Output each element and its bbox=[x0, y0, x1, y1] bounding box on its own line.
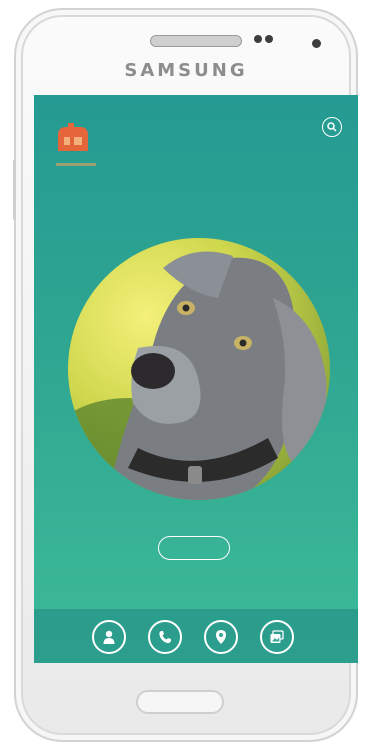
nav-profile-button[interactable] bbox=[92, 620, 126, 654]
front-camera bbox=[312, 39, 321, 48]
dog-photo bbox=[68, 238, 330, 500]
person-icon bbox=[103, 630, 115, 644]
home-button[interactable] bbox=[136, 690, 224, 714]
bottom-nav bbox=[34, 609, 358, 663]
phone-icon bbox=[159, 631, 171, 644]
primary-action-button[interactable] bbox=[158, 536, 230, 560]
app-screen bbox=[34, 95, 358, 663]
light-sensor bbox=[265, 35, 273, 43]
nav-call-button[interactable] bbox=[148, 620, 182, 654]
side-button bbox=[13, 160, 16, 220]
nav-location-button[interactable] bbox=[204, 620, 238, 654]
proximity-sensor bbox=[254, 35, 262, 43]
brand-label: SAMSUNG bbox=[124, 60, 248, 81]
location-pin-icon bbox=[216, 630, 226, 644]
nav-gallery-button[interactable] bbox=[260, 620, 294, 654]
search-button[interactable] bbox=[322, 117, 342, 137]
gallery-icon bbox=[270, 630, 284, 643]
earpiece-speaker bbox=[150, 35, 242, 47]
logo-tagline bbox=[56, 163, 96, 166]
search-icon bbox=[327, 122, 337, 132]
app-logo-icon bbox=[54, 121, 94, 155]
